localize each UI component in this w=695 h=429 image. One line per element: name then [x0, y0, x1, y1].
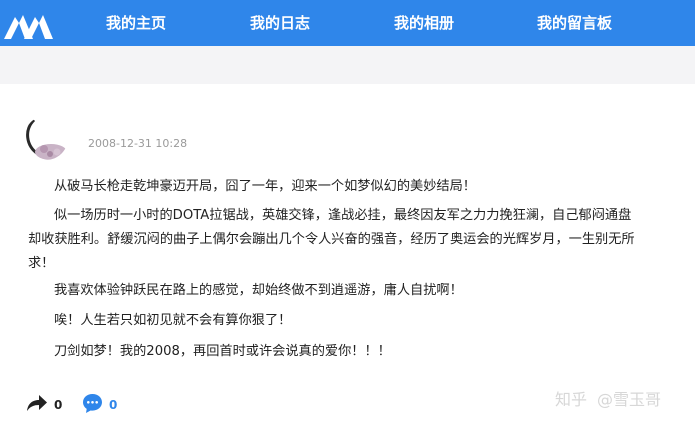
post-line: 求！ — [28, 256, 55, 271]
comment-count: 0 — [109, 398, 118, 412]
avatar[interactable] — [24, 116, 68, 160]
share-button[interactable]: 0 — [26, 393, 62, 417]
nav-item-home[interactable]: 我的主页 — [106, 0, 166, 46]
watermark-author: @雪玉哥 — [597, 390, 662, 409]
post-paragraph-2: 似一场历时一小时的DOTA拉锯战，英雄交锋，逢战必挂，最终因友军之力力挽狂澜，自… — [28, 204, 635, 276]
post-line: 刀剑如梦！我的2008，再回首时或许会说真的爱你！！！ — [54, 344, 391, 359]
post-line: 从破马长枪走乾坤豪迈开局，囧了一年，迎来一个如梦似幻的美妙结局！ — [54, 179, 476, 194]
comment-button[interactable]: 0 — [82, 393, 117, 417]
post-line: 我喜欢体验钟跃民在路上的感觉，却始终做不到逍遥游，庸人自扰啊！ — [54, 283, 463, 298]
post-line: 似一场历时一小时的DOTA拉锯战，英雄交锋，逢战必挂，最终因友军之力力挽狂澜，自… — [54, 208, 632, 223]
post-date: 2008-12-31 10:28 — [88, 137, 188, 150]
nav-item-album[interactable]: 我的相册 — [394, 0, 454, 46]
nav-item-blog[interactable]: 我的日志 — [250, 0, 310, 46]
post-paragraph-1: 从破马长枪走乾坤豪迈开局，囧了一年，迎来一个如梦似幻的美妙结局！ — [54, 175, 476, 199]
post-paragraph-3: 我喜欢体验钟跃民在路上的感觉，却始终做不到逍遥游，庸人自扰啊！ — [54, 279, 463, 303]
watermark: 知乎 @雪玉哥 — [555, 386, 661, 410]
top-nav-bar: 我的主页 我的日志 我的相册 我的留言板 — [0, 0, 695, 46]
nav-item-message-board[interactable]: 我的留言板 — [537, 0, 612, 46]
comment-bubble-icon — [82, 393, 103, 418]
post-paragraph-4: 唉！人生若只如初见就不会有算你狠了！ — [54, 309, 291, 333]
watermark-site: 知乎 — [555, 390, 588, 409]
post-line: 却收获胜利。舒缓沉闷的曲子上偶尔会蹦出几个令人兴奋的强音，经历了奥运会的光辉岁月… — [28, 232, 635, 247]
post-paragraph-5: 刀剑如梦！我的2008，再回首时或许会说真的爱你！！！ — [54, 340, 391, 364]
nav-spacer-band — [0, 46, 695, 84]
renren-logo-icon[interactable] — [2, 3, 54, 43]
share-count: 0 — [54, 398, 63, 412]
post-line: 唉！人生若只如初见就不会有算你狠了！ — [54, 313, 292, 328]
share-arrow-icon — [26, 394, 48, 416]
